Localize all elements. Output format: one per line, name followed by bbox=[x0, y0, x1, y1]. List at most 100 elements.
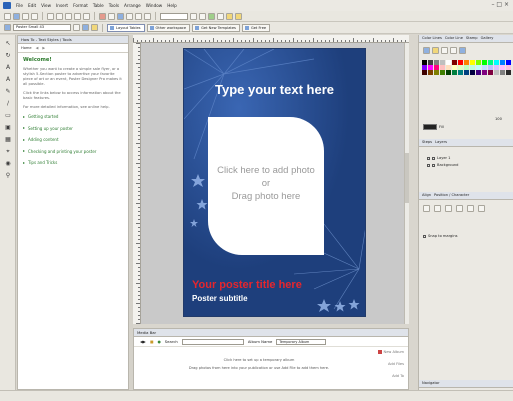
style-dropdown-icon[interactable] bbox=[73, 24, 80, 31]
tab-other-workspace[interactable]: Other workspace bbox=[146, 23, 191, 32]
zoom-out-icon[interactable] bbox=[199, 12, 206, 20]
color-swatch[interactable] bbox=[427, 60, 434, 65]
align-top-icon[interactable] bbox=[456, 205, 463, 212]
fill-color-icon[interactable] bbox=[82, 24, 89, 31]
snap-to-margins-checkbox[interactable]: Snap to margins bbox=[423, 234, 457, 238]
color-swatch[interactable] bbox=[439, 65, 446, 70]
gradient-icon[interactable] bbox=[441, 47, 448, 54]
insert-picture-icon[interactable] bbox=[117, 12, 124, 20]
menu-format[interactable]: Format bbox=[73, 3, 88, 8]
color-swatch[interactable] bbox=[439, 70, 446, 75]
redo-icon[interactable] bbox=[83, 12, 90, 20]
vertical-ruler[interactable] bbox=[133, 43, 141, 324]
tab-align[interactable]: Align bbox=[422, 192, 431, 199]
color-swatch[interactable] bbox=[445, 60, 452, 65]
color-swatch[interactable] bbox=[445, 70, 452, 75]
album-name-combo[interactable]: Temporary Album bbox=[276, 338, 327, 345]
poster-title-text[interactable]: Type your text here bbox=[184, 82, 365, 97]
menu-window[interactable]: Window bbox=[146, 3, 163, 8]
align-bottom-icon[interactable] bbox=[478, 205, 485, 212]
color-swatch[interactable] bbox=[481, 60, 488, 65]
window-controls[interactable]: – □ × bbox=[491, 1, 509, 8]
menu-tools[interactable]: Tools bbox=[109, 3, 119, 8]
menu-file[interactable]: File bbox=[16, 3, 23, 8]
color-swatch[interactable] bbox=[475, 65, 482, 70]
horizontal-ruler[interactable] bbox=[133, 35, 409, 43]
tab-get-free[interactable]: Get Free bbox=[241, 23, 271, 32]
color-swatch[interactable] bbox=[487, 70, 494, 75]
color-swatch[interactable] bbox=[463, 70, 470, 75]
color-swatch[interactable] bbox=[457, 65, 464, 70]
color-swatch[interactable] bbox=[463, 60, 470, 65]
align-right-icon[interactable] bbox=[445, 205, 452, 212]
new-icon[interactable] bbox=[4, 12, 11, 20]
color-swatch[interactable] bbox=[469, 60, 476, 65]
guides-icon[interactable] bbox=[144, 12, 151, 20]
text-tool-icon[interactable]: A bbox=[3, 63, 13, 73]
link-adding-content[interactable]: Adding content bbox=[23, 137, 123, 143]
tab-layout-tables[interactable]: Layout Tables bbox=[107, 23, 145, 32]
open-icon[interactable] bbox=[13, 12, 20, 20]
line-tool-icon[interactable]: ∕ bbox=[3, 99, 13, 109]
color-swatch[interactable] bbox=[493, 70, 500, 75]
menu-help[interactable]: Help bbox=[167, 3, 177, 8]
insert-shape-icon[interactable] bbox=[99, 12, 106, 20]
menu-edit[interactable]: Edit bbox=[28, 3, 36, 8]
poster-page[interactable]: Type your text here Click here to add ph… bbox=[183, 48, 366, 317]
color-swatch[interactable] bbox=[505, 70, 511, 75]
color-swatch[interactable] bbox=[481, 65, 488, 70]
media-search-input[interactable] bbox=[181, 338, 244, 345]
color-swatch[interactable] bbox=[499, 70, 506, 75]
poster-subtitle[interactable]: Poster subtitle bbox=[192, 294, 248, 303]
media-nav-icon[interactable]: ◀▶ bbox=[140, 339, 146, 344]
table-tool-icon[interactable]: ▦ bbox=[3, 135, 13, 145]
color-swatch[interactable] bbox=[433, 65, 440, 70]
menu-insert[interactable]: Insert bbox=[56, 3, 68, 8]
align-left-icon[interactable] bbox=[423, 205, 430, 212]
paste-icon[interactable] bbox=[65, 12, 72, 20]
navigator-label[interactable]: Navigator bbox=[422, 380, 440, 387]
add-to-button[interactable]: Add To bbox=[392, 374, 404, 378]
tip-icon[interactable] bbox=[226, 12, 233, 20]
color-swatch[interactable] bbox=[475, 60, 482, 65]
color-swatch[interactable] bbox=[422, 60, 428, 65]
align-center-icon[interactable] bbox=[434, 205, 441, 212]
add-files-button[interactable]: Add Files bbox=[388, 362, 404, 366]
layer-item-1[interactable]: Layer 1 bbox=[427, 156, 450, 160]
color-swatch[interactable] bbox=[457, 60, 464, 65]
shape-tool-icon[interactable]: ▭ bbox=[3, 111, 13, 121]
tab-stamp[interactable]: Stamp bbox=[466, 35, 478, 42]
color-swatch[interactable] bbox=[499, 65, 506, 70]
grid-icon[interactable] bbox=[135, 12, 142, 20]
color-swatch[interactable] bbox=[493, 60, 500, 65]
preview-icon[interactable] bbox=[208, 12, 215, 20]
menu-view[interactable]: View bbox=[41, 3, 51, 8]
tab-position-character[interactable]: Position / Character bbox=[434, 192, 469, 199]
new-album-button[interactable]: New Album bbox=[377, 350, 404, 354]
zoom-in-icon[interactable] bbox=[190, 12, 197, 20]
picture-tool-icon[interactable]: ▣ bbox=[3, 123, 13, 133]
menu-table[interactable]: Table bbox=[93, 3, 104, 8]
wizard-icon[interactable] bbox=[235, 12, 242, 20]
forward-icon[interactable]: ▶ bbox=[42, 46, 45, 50]
color-swatch[interactable] bbox=[493, 65, 500, 70]
artistic-text-icon[interactable]: A bbox=[3, 75, 13, 85]
color-swatch[interactable] bbox=[505, 60, 511, 65]
line-color-icon[interactable] bbox=[91, 24, 98, 31]
tab-gallery[interactable]: Gallery bbox=[481, 35, 494, 42]
undo-icon[interactable] bbox=[74, 12, 81, 20]
palette-icon[interactable] bbox=[459, 47, 466, 54]
color-swatch[interactable] bbox=[469, 65, 476, 70]
rotate-tool-icon[interactable]: ↻ bbox=[3, 51, 13, 61]
layer-lock-icon[interactable] bbox=[432, 156, 435, 160]
current-color-chip[interactable] bbox=[423, 124, 437, 130]
color-swatch[interactable] bbox=[422, 70, 428, 75]
tab-layers[interactable]: Layers bbox=[435, 139, 447, 146]
layer-item-background[interactable]: Background bbox=[427, 163, 458, 167]
home-button[interactable]: Home bbox=[21, 46, 32, 50]
color-swatch[interactable] bbox=[451, 70, 458, 75]
link-checking-printing[interactable]: Checking and printing your poster bbox=[23, 148, 123, 154]
color-swatch[interactable] bbox=[487, 60, 494, 65]
color-swatch[interactable] bbox=[445, 65, 452, 70]
color-swatch[interactable] bbox=[469, 70, 476, 75]
